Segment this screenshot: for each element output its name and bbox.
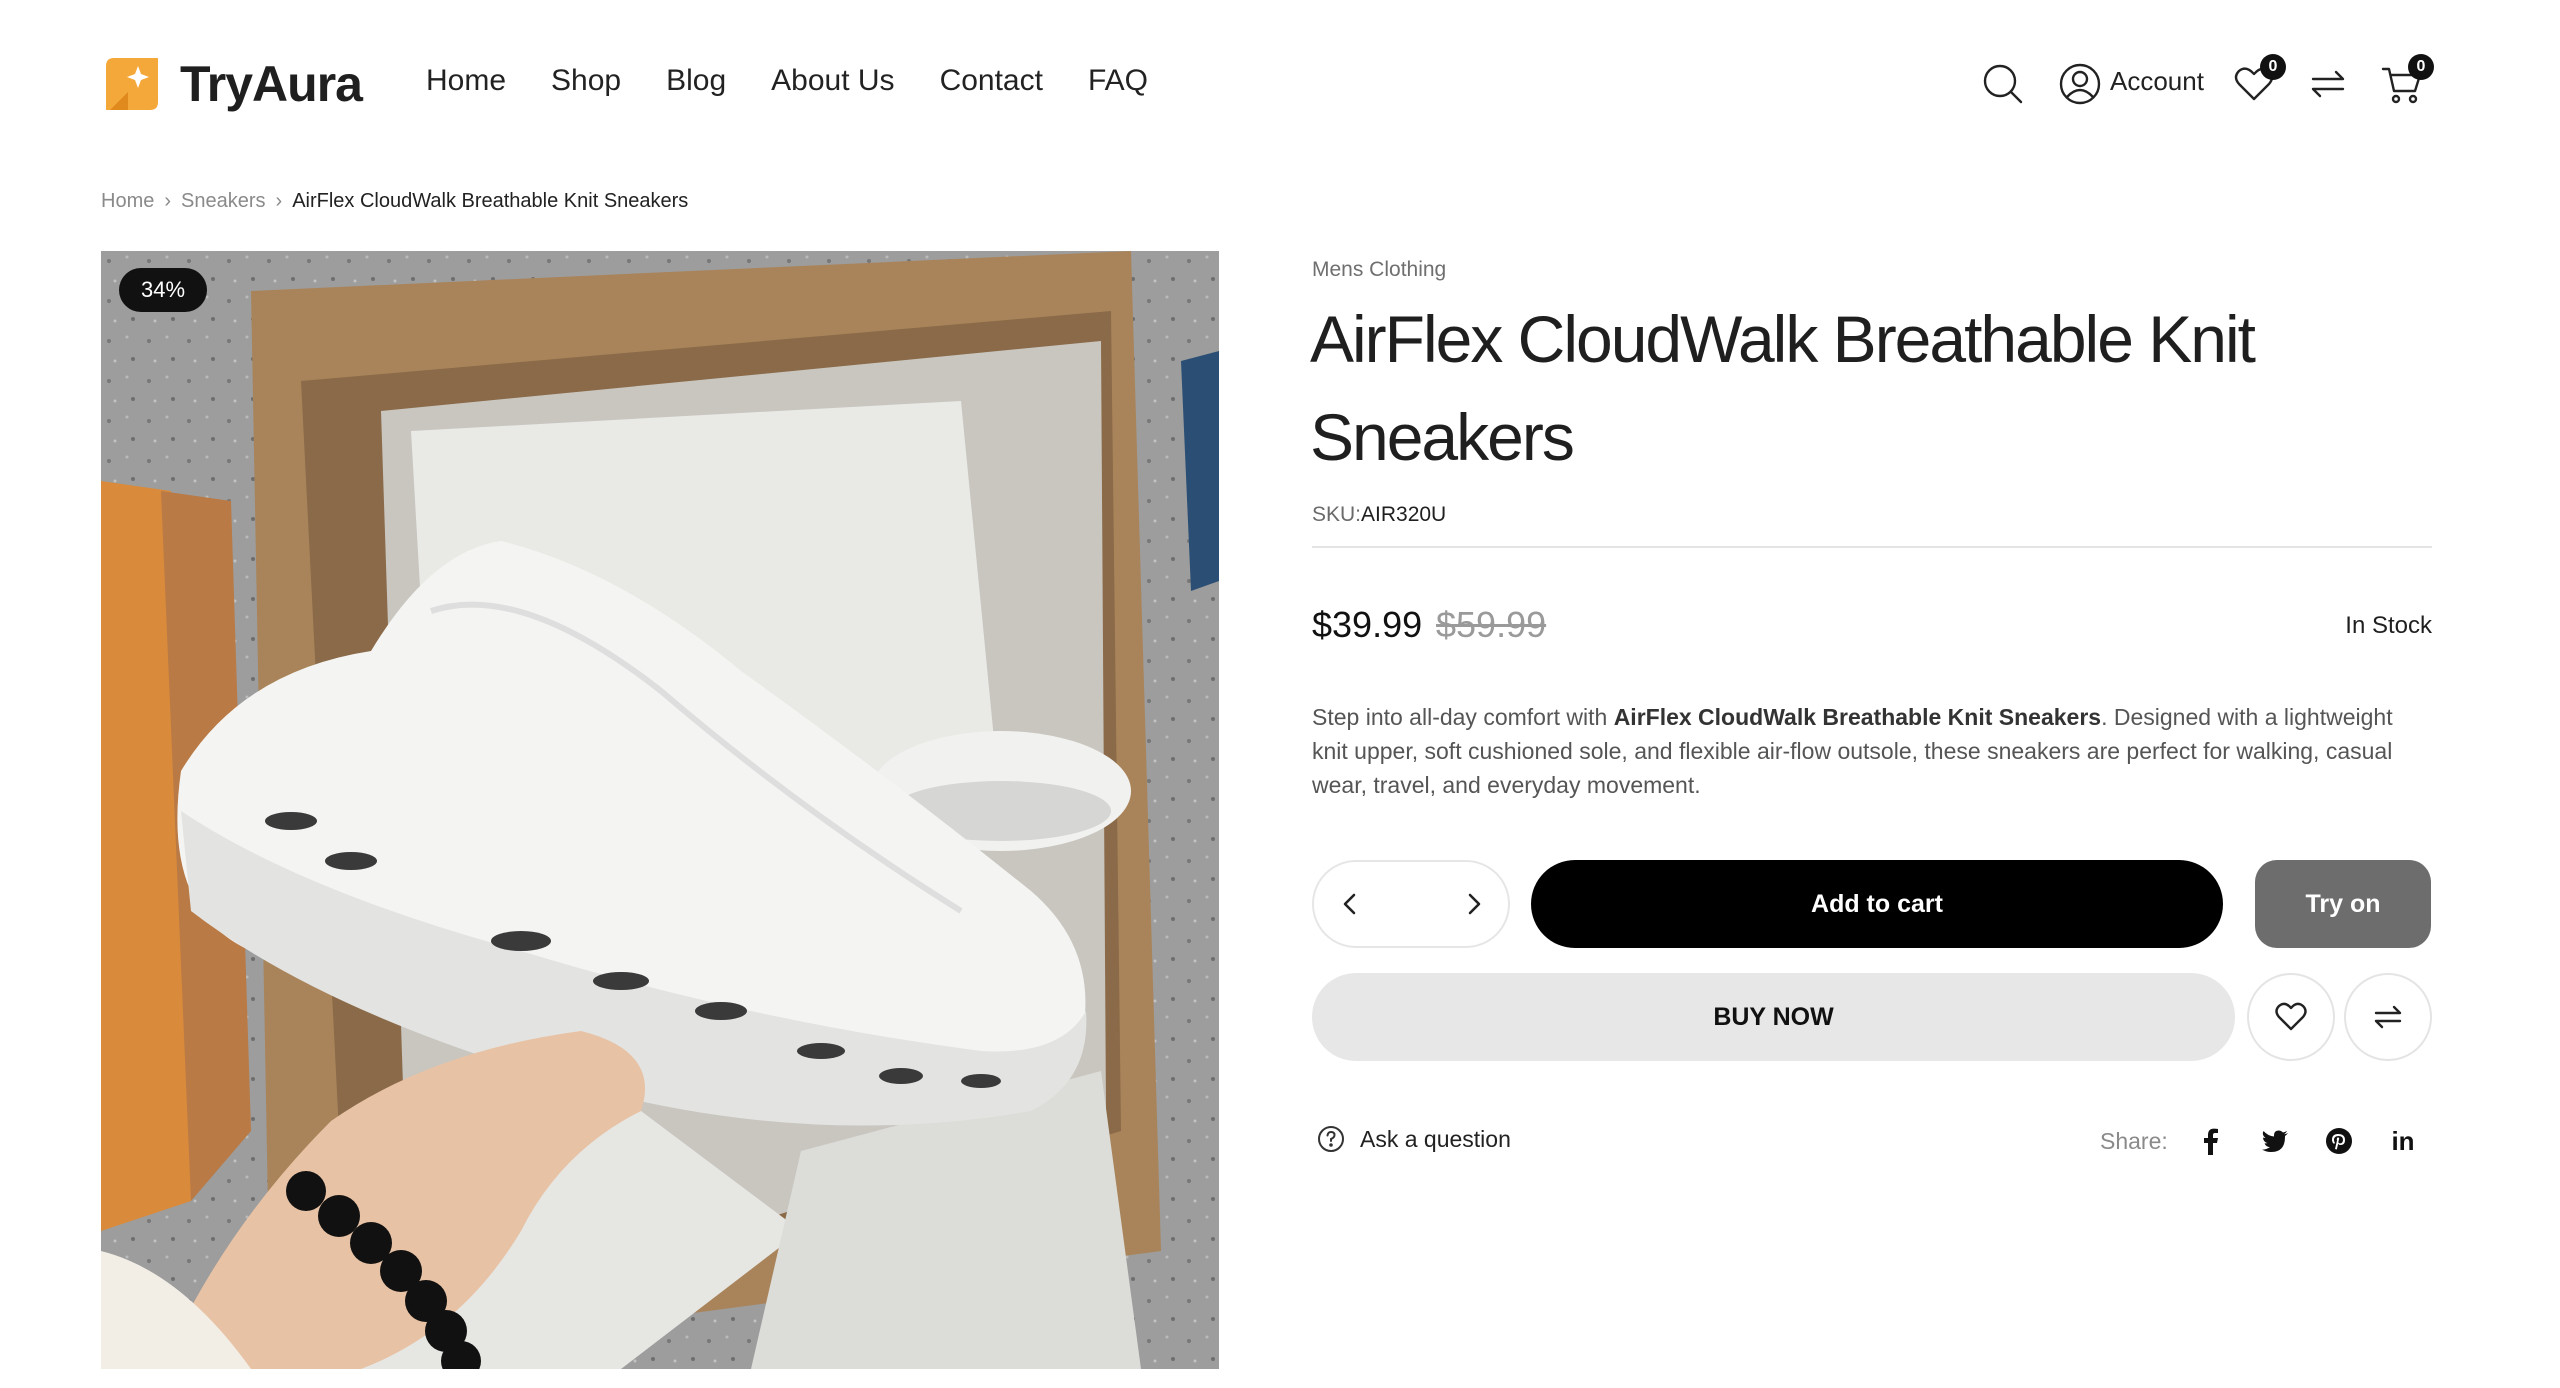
- sku: SKU:AIR320U: [1312, 503, 1446, 527]
- nav-shop[interactable]: Shop: [551, 64, 621, 98]
- ask-question-link[interactable]: Ask a question: [1316, 1124, 1511, 1154]
- account-label[interactable]: Account: [2110, 66, 2204, 97]
- chevron-right-icon: ›: [275, 190, 283, 212]
- nav-blog[interactable]: Blog: [666, 64, 726, 98]
- twitter-icon: [2262, 1130, 2288, 1152]
- product-category[interactable]: Mens Clothing: [1312, 258, 1446, 282]
- breadcrumb-home[interactable]: Home: [101, 190, 154, 213]
- facebook-icon: [2204, 1128, 2218, 1155]
- stock-status: In Stock: [2345, 612, 2432, 639]
- compare-icon: [2311, 70, 2345, 98]
- chevron-left-icon: [1343, 893, 1356, 915]
- discount-badge: 34%: [119, 268, 208, 312]
- share-twitter[interactable]: [2258, 1124, 2292, 1158]
- add-to-compare-button[interactable]: [2344, 973, 2432, 1061]
- help-circle-icon: [1318, 1126, 1344, 1152]
- cart-button[interactable]: 0: [2374, 54, 2434, 112]
- product-image[interactable]: [101, 251, 1219, 1369]
- divider: [1312, 546, 2432, 548]
- chevron-right-icon: [1468, 893, 1481, 915]
- decrease-button[interactable]: [1320, 862, 1380, 946]
- nav-about-us[interactable]: About Us: [771, 64, 894, 98]
- ask-question-label: Ask a question: [1360, 1125, 1511, 1152]
- main-nav: Home Shop Blog About Us Contact FAQ: [426, 64, 1148, 98]
- account-button[interactable]: [2052, 56, 2108, 112]
- user-icon: [2059, 63, 2101, 105]
- wishlist-button[interactable]: 0: [2226, 54, 2286, 112]
- site-header: TryAura Home Shop Blog About Us Contact …: [0, 0, 2560, 170]
- share-label: Share:: [2100, 1127, 2168, 1154]
- heart-icon: [2275, 1002, 2307, 1031]
- logo-icon: [106, 58, 158, 110]
- quantity-input[interactable]: [1374, 862, 1448, 946]
- sku-label: SKU:: [1312, 503, 1362, 526]
- nav-faq[interactable]: FAQ: [1088, 64, 1148, 98]
- wishlist-count-badge: 0: [2260, 54, 2286, 80]
- product-photo: [101, 251, 1219, 1369]
- linkedin-icon: in: [2391, 1125, 2415, 1156]
- share-facebook[interactable]: [2194, 1124, 2228, 1158]
- search-icon: [1983, 64, 2023, 104]
- logo[interactable]: TryAura: [100, 52, 363, 116]
- description-bold: AirFlex CloudWalk Breathable Knit Sneake…: [1613, 704, 2102, 730]
- compare-icon: [2374, 1005, 2402, 1029]
- cart-count-badge: 0: [2408, 54, 2434, 80]
- brand-name: TryAura: [180, 56, 363, 112]
- breadcrumb-current: AirFlex CloudWalk Breathable Knit Sneake…: [292, 190, 689, 212]
- nav-contact[interactable]: Contact: [940, 64, 1043, 98]
- add-to-wishlist-button[interactable]: [2247, 973, 2335, 1061]
- quantity-stepper: [1312, 860, 1510, 948]
- compare-button[interactable]: [2300, 56, 2356, 112]
- chevron-right-icon: ›: [164, 190, 172, 212]
- increase-button[interactable]: [1444, 862, 1504, 946]
- share-pinterest[interactable]: [2322, 1124, 2356, 1158]
- old-price: $59.99: [1436, 604, 1547, 645]
- sku-value: AIR320U: [1361, 503, 1447, 526]
- pinterest-icon: [2326, 1128, 2352, 1154]
- search-button[interactable]: [1975, 56, 2031, 112]
- breadcrumb: Home › Sneakers › AirFlex CloudWalk Brea…: [101, 190, 688, 213]
- current-price: $39.99: [1312, 604, 1423, 645]
- breadcrumb-sneakers[interactable]: Sneakers: [181, 190, 266, 213]
- product-title: AirFlex CloudWalk Breathable Knit Sneake…: [1310, 302, 2256, 474]
- product-description: Step into all-day comfort with AirFlex C…: [1312, 700, 2432, 802]
- buy-now-button[interactable]: BUY NOW: [1312, 973, 2235, 1061]
- nav-home[interactable]: Home: [426, 64, 506, 98]
- add-to-cart-button[interactable]: Add to cart: [1531, 860, 2223, 948]
- description-start: Step into all-day comfort with: [1312, 704, 1614, 730]
- try-on-button[interactable]: Try on: [2255, 860, 2431, 948]
- share-linkedin[interactable]: in: [2386, 1124, 2420, 1158]
